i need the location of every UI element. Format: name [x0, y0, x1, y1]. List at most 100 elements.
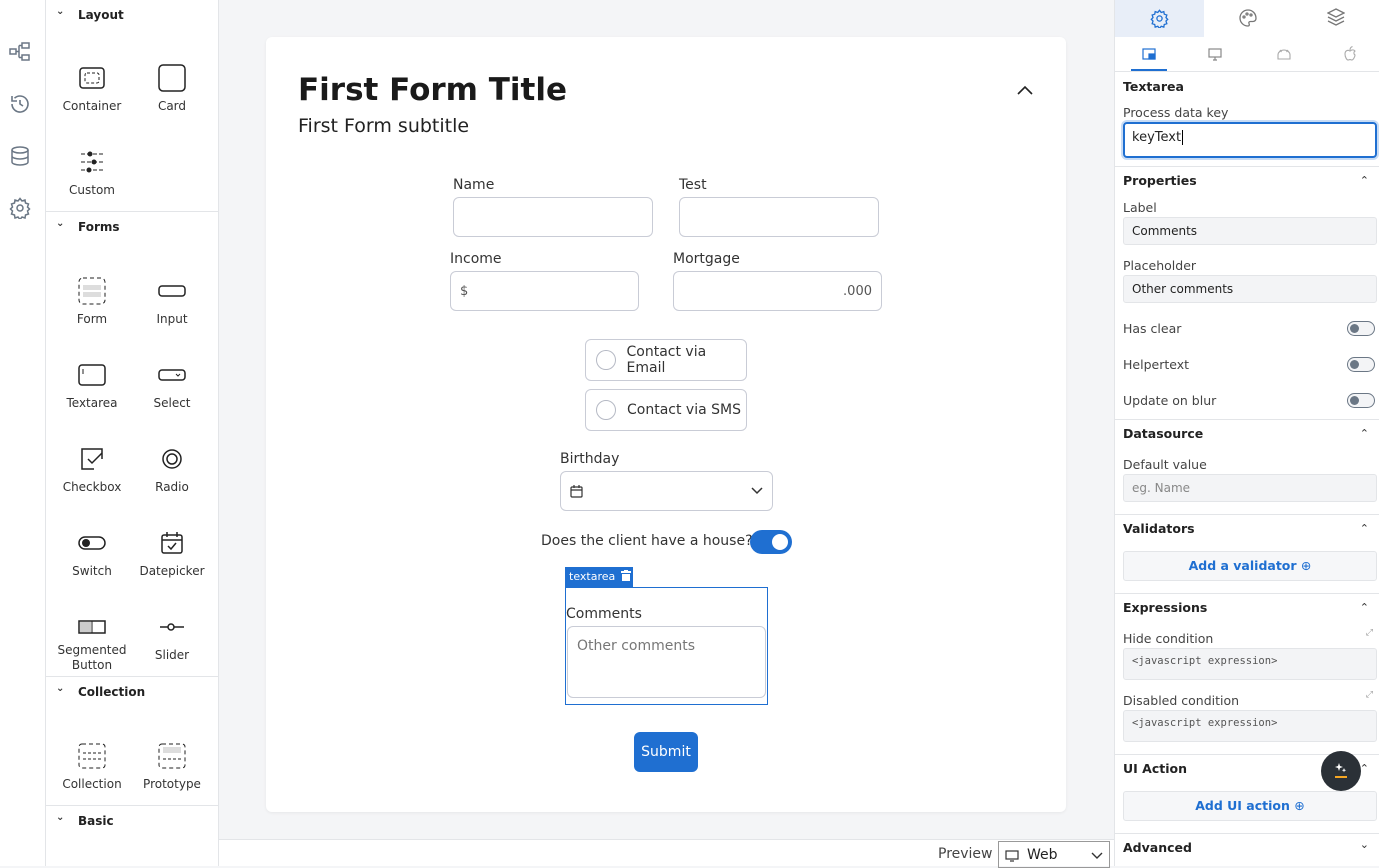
- datasource-section-title[interactable]: Datasource: [1123, 426, 1203, 441]
- tab-responsive[interactable]: [1131, 37, 1167, 71]
- palette-item-radio[interactable]: Radio: [132, 442, 212, 495]
- palette-item-checkbox[interactable]: Checkbox: [52, 442, 132, 495]
- palette-item-collection[interactable]: Collection: [52, 739, 132, 792]
- tab-style[interactable]: [1204, 0, 1292, 37]
- section-title: Forms: [78, 220, 120, 234]
- label-input[interactable]: Comments: [1123, 217, 1377, 245]
- default-value-label: Default value: [1123, 457, 1207, 472]
- palette-item-card[interactable]: Card: [132, 61, 212, 114]
- validators-section-title[interactable]: Validators: [1123, 521, 1195, 536]
- chevron-down-icon: ⌄: [56, 218, 65, 229]
- item-label: Slider: [154, 648, 190, 662]
- palette-item-container[interactable]: Container: [52, 61, 132, 114]
- chevron-down-icon: ⌄: [56, 6, 65, 17]
- helpertext-toggle[interactable]: [1347, 357, 1375, 372]
- flow-icon[interactable]: [9, 41, 31, 63]
- settings-icon[interactable]: [9, 197, 31, 219]
- section-collection[interactable]: ⌄ Collection: [46, 677, 218, 707]
- expressions-section-title[interactable]: Expressions: [1123, 600, 1207, 615]
- placeholder-input[interactable]: Other comments: [1123, 275, 1377, 303]
- chevron-up-icon[interactable]: ⌃: [1360, 601, 1369, 614]
- plus-circle-icon: ⊕: [1300, 558, 1312, 573]
- android-icon: [1277, 49, 1291, 60]
- mortgage-label: Mortgage: [673, 251, 740, 267]
- chevron-down-icon: [1091, 852, 1103, 859]
- expand-icon[interactable]: ⤢: [1366, 628, 1373, 638]
- birthday-datepicker[interactable]: [560, 471, 773, 511]
- mortgage-placeholder: .000: [843, 283, 872, 299]
- trash-icon[interactable]: [620, 570, 631, 581]
- income-label: Income: [450, 251, 502, 267]
- slider-icon: [160, 623, 184, 631]
- update-on-blur-toggle[interactable]: [1347, 393, 1375, 408]
- chevron-down-icon[interactable]: ⌄: [1360, 838, 1369, 851]
- ui-action-section-title[interactable]: UI Action: [1123, 761, 1187, 776]
- select-icon: [158, 369, 186, 381]
- mortgage-input[interactable]: .000: [673, 271, 882, 311]
- container-icon: [79, 67, 105, 89]
- test-input[interactable]: [679, 197, 879, 237]
- comments-textarea[interactable]: Other comments: [567, 626, 766, 698]
- process-key-label: Process data key: [1123, 105, 1229, 120]
- palette-item-select[interactable]: Select: [132, 358, 212, 411]
- properties-section-title[interactable]: Properties: [1123, 173, 1197, 188]
- desktop-icon: [1208, 48, 1222, 61]
- default-value-input[interactable]: eg. Name: [1123, 474, 1377, 502]
- palette-item-input[interactable]: Input: [132, 274, 212, 327]
- palette-item-prototype[interactable]: Prototype: [132, 739, 212, 792]
- component-palette: ⌄ Layout Container Card Custom ⌄ Forms For…: [46, 0, 219, 866]
- hide-condition-input[interactable]: <javascript expression>: [1123, 648, 1377, 680]
- tab-layers[interactable]: [1292, 0, 1379, 37]
- platform-tabs: [1115, 37, 1379, 72]
- palette-item-datepicker[interactable]: Datepicker: [132, 526, 212, 579]
- add-validator-button[interactable]: Add a validator ⊕: [1123, 551, 1377, 581]
- platform-select[interactable]: Web: [998, 841, 1110, 868]
- has-clear-toggle[interactable]: [1347, 321, 1375, 336]
- item-label: Container: [62, 99, 122, 113]
- name-input[interactable]: [453, 197, 653, 237]
- item-label: Checkbox: [62, 480, 122, 494]
- palette-item-slider[interactable]: Slider: [132, 610, 212, 663]
- section-forms[interactable]: ⌄ Forms: [46, 212, 218, 242]
- chevron-up-icon[interactable]: ⌃: [1360, 174, 1369, 187]
- database-icon[interactable]: [9, 145, 31, 167]
- palette-item-switch[interactable]: Switch: [52, 526, 132, 579]
- sliders-icon: [81, 151, 103, 173]
- radio-contact-sms[interactable]: Contact via SMS: [585, 389, 747, 431]
- palette-item-form[interactable]: Form: [52, 274, 132, 327]
- income-input[interactable]: $: [450, 271, 639, 311]
- palette-item-custom[interactable]: Custom: [52, 145, 132, 198]
- chevron-up-icon[interactable]: ⌃: [1360, 427, 1369, 440]
- textarea-icon: [78, 364, 106, 386]
- radio-contact-email[interactable]: Contact via Email: [585, 339, 747, 381]
- tab-android[interactable]: [1277, 48, 1291, 64]
- sparkle-icon: [1335, 763, 1347, 778]
- has-clear-label: Has clear: [1123, 321, 1182, 336]
- form-subtitle: First Form subtitle: [298, 115, 470, 137]
- button-label: Add a validator: [1188, 558, 1297, 573]
- chevron-up-icon[interactable]: [1017, 85, 1033, 95]
- expand-icon[interactable]: ⤢: [1366, 690, 1373, 700]
- tab-desktop[interactable]: [1208, 48, 1222, 65]
- chevron-up-icon[interactable]: ⌃: [1360, 522, 1369, 535]
- ai-assistant-button[interactable]: [1321, 751, 1361, 791]
- palette-item-textarea[interactable]: Textarea: [52, 358, 132, 411]
- history-icon[interactable]: [9, 93, 31, 115]
- desktop-icon: [1005, 850, 1019, 862]
- house-switch[interactable]: [750, 530, 792, 554]
- plus-circle-icon: ⊕: [1294, 798, 1305, 813]
- palette-item-segmented-button[interactable]: Segmented Button: [52, 610, 132, 673]
- process-key-input[interactable]: keyText: [1123, 122, 1377, 158]
- chevron-up-icon[interactable]: ⌃: [1360, 762, 1369, 775]
- section-title: Collection: [78, 685, 146, 699]
- disabled-condition-input[interactable]: <javascript expression>: [1123, 710, 1377, 742]
- section-layout[interactable]: ⌄ Layout: [46, 0, 218, 30]
- section-basic[interactable]: ⌄ Basic: [46, 806, 218, 836]
- radio-label: Contact via SMS: [627, 402, 741, 418]
- tab-settings[interactable]: [1115, 0, 1204, 37]
- tab-ios[interactable]: [1344, 45, 1356, 65]
- submit-button[interactable]: Submit: [634, 732, 698, 772]
- selected-component-tag: textarea: [565, 567, 633, 587]
- add-ui-action-button[interactable]: Add UI action ⊕: [1123, 791, 1377, 821]
- advanced-section-title[interactable]: Advanced: [1123, 840, 1192, 855]
